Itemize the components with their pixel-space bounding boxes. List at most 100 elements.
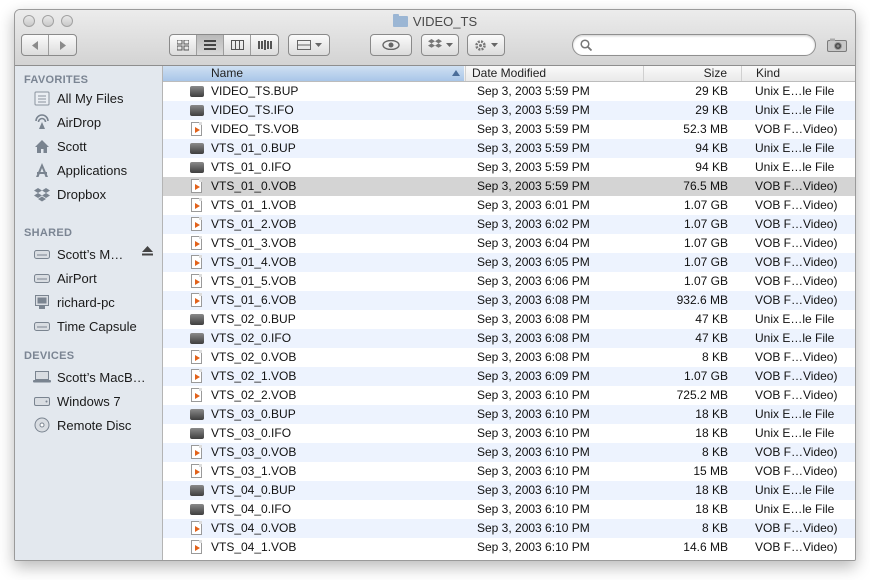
table-row[interactable]: VTS_04_0.IFO Sep 3, 2003 6:10 PM 18 KB Unix… <box>163 500 855 519</box>
sidebar-item-scott[interactable]: Scott <box>15 135 163 157</box>
table-row[interactable]: VTS_01_2.VOB Sep 3, 2003 6:02 PM 1.07 GB VO… <box>163 215 855 234</box>
file-size: 8 KB <box>701 350 728 364</box>
table-row[interactable]: VIDEO_TS.IFO Sep 3, 2003 5:59 PM 29 KB Unix… <box>163 101 855 120</box>
list-view-button[interactable] <box>197 35 224 55</box>
sidebar-item-airport[interactable]: AirPort <box>15 267 163 289</box>
eye-icon <box>382 40 400 50</box>
file-size: 725.2 MB <box>676 388 728 402</box>
file-size: 18 KB <box>695 426 728 440</box>
back-button[interactable] <box>22 35 49 55</box>
file-date: Sep 3, 2003 6:06 PM <box>477 274 590 288</box>
file-kind: Unix E…le File <box>755 483 835 497</box>
sidebar-item-label: Windows 7 <box>57 393 121 409</box>
sidebar-item-label: All My Files <box>57 90 124 106</box>
table-row[interactable]: VTS_04_0.VOB Sep 3, 2003 6:10 PM 8 KB VOB F… <box>163 519 855 538</box>
sidebar-item-label: Scott <box>57 138 87 154</box>
sidebar-item-applications[interactable]: Applications <box>15 159 163 181</box>
column-header-kind[interactable]: Kind <box>741 66 855 81</box>
generic-file-icon <box>190 485 204 496</box>
table-row[interactable]: VTS_02_1.VOB Sep 3, 2003 6:09 PM 1.07 GB VO… <box>163 367 855 386</box>
file-name: VTS_01_2.VOB <box>211 217 297 231</box>
folder-icon <box>392 14 408 27</box>
dropbox-button[interactable] <box>421 34 459 56</box>
sort-ascending-icon <box>452 70 460 76</box>
table-row[interactable]: VIDEO_TS.VOB Sep 3, 2003 5:59 PM 52.3 MB VO… <box>163 120 855 139</box>
sidebar-item-label: Time Capsule <box>57 318 137 334</box>
table-row[interactable]: VTS_03_0.BUP Sep 3, 2003 6:10 PM 18 KB Unix… <box>163 405 855 424</box>
sidebar: FAVORITES All My Files AirDrop Scott App… <box>15 66 163 560</box>
search-field[interactable] <box>572 34 816 56</box>
table-row[interactable]: VIDEO_TS.BUP Sep 3, 2003 5:59 PM 29 KB Unix… <box>163 82 855 101</box>
sidebar-item-dropbox[interactable]: Dropbox <box>15 183 163 205</box>
table-row[interactable]: VTS_03_0.VOB Sep 3, 2003 6:10 PM 8 KB VOB F… <box>163 443 855 462</box>
sidebar-item-all-my-files[interactable]: All My Files <box>15 87 163 109</box>
column-header-date[interactable]: Date Modified <box>465 66 643 81</box>
forward-button[interactable] <box>49 35 76 55</box>
coverflow-view-button[interactable] <box>251 35 278 55</box>
file-kind: VOB F…Video) <box>755 388 838 402</box>
generic-file-icon <box>190 105 204 116</box>
chevron-down-icon <box>314 42 322 47</box>
table-row[interactable]: VTS_01_6.VOB Sep 3, 2003 6:08 PM 932.6 MB V… <box>163 291 855 310</box>
file-kind: Unix E…le File <box>755 426 835 440</box>
file-kind: VOB F…Video) <box>755 350 838 364</box>
sidebar-item-label: Dropbox <box>57 186 107 202</box>
table-row[interactable]: VTS_02_0.VOB Sep 3, 2003 6:08 PM 8 KB VOB F… <box>163 348 855 367</box>
column-header-name[interactable]: Name <box>163 66 464 81</box>
file-size: 29 KB <box>695 84 728 98</box>
vob-file-icon <box>191 293 202 307</box>
sidebar-item-richard-pc[interactable]: richard-pc <box>15 291 163 313</box>
column-view-button[interactable] <box>224 35 251 55</box>
table-row[interactable]: VTS_04_0.BUP Sep 3, 2003 6:10 PM 18 KB Unix… <box>163 481 855 500</box>
window-title-label: VIDEO_TS <box>412 14 478 29</box>
table-row[interactable]: VTS_01_5.VOB Sep 3, 2003 6:06 PM 1.07 GB VO… <box>163 272 855 291</box>
file-name: VTS_03_1.VOB <box>211 464 297 478</box>
table-row[interactable]: VTS_01_4.VOB Sep 3, 2003 6:05 PM 1.07 GB VO… <box>163 253 855 272</box>
file-date: Sep 3, 2003 6:10 PM <box>477 426 590 440</box>
icon-view-button[interactable] <box>170 35 197 55</box>
sidebar-item-remote-disc[interactable]: Remote Disc <box>15 414 163 436</box>
sidebar-item-label: AirDrop <box>57 114 102 130</box>
eject-icon[interactable] <box>142 246 153 259</box>
table-row[interactable]: VTS_03_0.IFO Sep 3, 2003 6:10 PM 18 KB Unix… <box>163 424 855 443</box>
generic-file-icon <box>190 428 204 439</box>
arrange-button[interactable] <box>288 34 330 56</box>
disc-icon <box>33 417 51 433</box>
table-row[interactable]: VTS_01_1.VOB Sep 3, 2003 6:01 PM 1.07 GB VO… <box>163 196 855 215</box>
table-row[interactable]: VTS_03_1.VOB Sep 3, 2003 6:10 PM 15 MB VOB … <box>163 462 855 481</box>
file-size: 76.5 MB <box>683 179 728 193</box>
table-row[interactable]: VTS_01_3.VOB Sep 3, 2003 6:04 PM 1.07 GB VO… <box>163 234 855 253</box>
screenshot-button[interactable] <box>825 34 849 56</box>
sidebar-item-windows-7[interactable]: Windows 7 <box>15 390 163 412</box>
file-name: VTS_03_0.IFO <box>211 426 292 440</box>
sidebar-item-airdrop[interactable]: AirDrop <box>15 111 163 133</box>
file-date: Sep 3, 2003 5:59 PM <box>477 179 590 193</box>
table-row[interactable]: VTS_01_0.IFO Sep 3, 2003 5:59 PM 94 KB Unix… <box>163 158 855 177</box>
generic-file-icon <box>190 333 204 344</box>
file-name: VTS_01_6.VOB <box>211 293 297 307</box>
sidebar-item-time-capsule[interactable]: Time Capsule <box>15 315 163 337</box>
table-row[interactable]: VTS_01_0.BUP Sep 3, 2003 5:59 PM 94 KB Unix… <box>163 139 855 158</box>
file-date: Sep 3, 2003 6:08 PM <box>477 331 590 345</box>
file-name: VTS_01_0.VOB <box>211 179 297 193</box>
table-row[interactable]: VTS_02_2.VOB Sep 3, 2003 6:10 PM 725.2 MB V… <box>163 386 855 405</box>
file-kind: Unix E…le File <box>755 502 835 516</box>
file-kind: VOB F…Video) <box>755 122 838 136</box>
table-row[interactable]: VTS_01_0.VOB Sep 3, 2003 5:59 PM 76.5 MB VO… <box>163 177 855 196</box>
table-row[interactable]: VTS_04_1.VOB Sep 3, 2003 6:10 PM 14.6 MB VO… <box>163 538 855 557</box>
file-kind: Unix E…le File <box>755 84 835 98</box>
dropbox-icon <box>33 186 51 202</box>
sidebar-item-scotts-macbook[interactable]: Scott’s MacB… <box>15 366 163 388</box>
file-size: 8 KB <box>701 445 728 459</box>
generic-file-icon <box>190 143 204 154</box>
search-input[interactable] <box>597 38 807 53</box>
column-header-date-label: Date Modified <box>472 66 547 80</box>
sidebar-item-scotts-mac[interactable]: Scott’s M… <box>15 243 163 265</box>
file-size: 29 KB <box>695 103 728 117</box>
chevron-down-icon <box>445 42 453 47</box>
table-row[interactable]: VTS_02_0.BUP Sep 3, 2003 6:08 PM 47 KB Unix… <box>163 310 855 329</box>
column-header-size[interactable]: Size <box>643 66 741 81</box>
action-button[interactable] <box>467 34 505 56</box>
table-row[interactable]: VTS_02_0.IFO Sep 3, 2003 6:08 PM 47 KB Unix… <box>163 329 855 348</box>
quick-look-button[interactable] <box>370 34 412 56</box>
